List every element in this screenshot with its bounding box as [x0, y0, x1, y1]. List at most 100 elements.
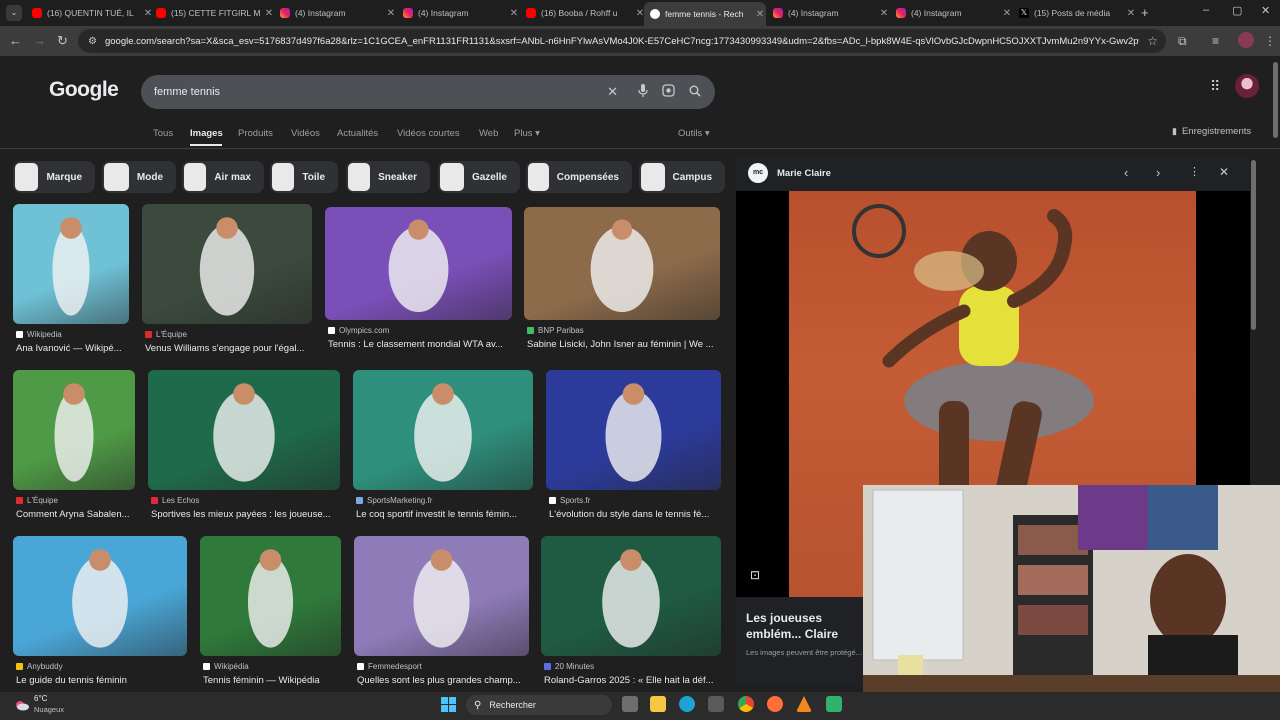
- tab-search-button[interactable]: ⌄: [6, 5, 22, 21]
- apps-grid-icon[interactable]: ⠿: [1210, 78, 1220, 95]
- taskbar-search[interactable]: ⚲ Rechercher: [466, 695, 612, 715]
- result-thumbnail[interactable]: [325, 207, 512, 320]
- reload-icon[interactable]: ↻: [57, 33, 68, 49]
- browser-tab[interactable]: (4) Instagram ✕: [397, 3, 520, 23]
- image-result[interactable]: BNP Paribas Sabine Lisicki, John Isner au…: [524, 207, 724, 350]
- close-tab-icon[interactable]: ✕: [1125, 8, 1137, 19]
- close-tab-icon[interactable]: ✕: [878, 8, 890, 19]
- result-thumbnail[interactable]: [13, 536, 187, 656]
- result-source[interactable]: Les Echos: [151, 496, 199, 505]
- store-icon[interactable]: [708, 696, 724, 712]
- result-thumbnail[interactable]: [142, 204, 312, 324]
- clear-icon[interactable]: ✕: [607, 84, 618, 100]
- result-source[interactable]: Sports.fr: [549, 496, 590, 505]
- search-nav-tab[interactable]: Produits: [238, 128, 273, 139]
- weather-temp[interactable]: 6°C: [34, 694, 47, 703]
- next-arrow-icon[interactable]: ›: [1156, 165, 1160, 180]
- preview-site-name[interactable]: Marie Claire: [777, 168, 831, 179]
- result-thumbnail[interactable]: [546, 370, 721, 490]
- result-source[interactable]: L'Équipe: [145, 330, 187, 339]
- image-result[interactable]: Les Echos Sportives les mieux payées : le…: [148, 370, 348, 520]
- search-nav-tab[interactable]: Web: [479, 128, 498, 139]
- back-button[interactable]: ←: [9, 33, 22, 48]
- browser-tab[interactable]: 𝕏 (15) Posts de média ✕: [1013, 3, 1137, 23]
- result-source[interactable]: Wikipédia: [203, 662, 249, 671]
- result-source[interactable]: BNP Paribas: [527, 326, 584, 335]
- preview-title[interactable]: Les joueuses emblém... Claire: [746, 610, 876, 642]
- task-view-icon[interactable]: [622, 696, 638, 712]
- voice-search-icon[interactable]: [638, 84, 648, 100]
- result-thumbnail[interactable]: [541, 536, 721, 656]
- extensions-icon[interactable]: ⧉: [1178, 34, 1187, 49]
- minimize-button[interactable]: –: [1203, 4, 1209, 16]
- result-source[interactable]: Femmedesport: [357, 662, 422, 671]
- filter-chip[interactable]: Mode: [102, 161, 176, 193]
- result-thumbnail[interactable]: [148, 370, 340, 490]
- browser-tab[interactable]: femme tennis - Rech ✕: [644, 2, 766, 26]
- browser-tab[interactable]: (4) Instagram ✕: [890, 3, 1013, 23]
- close-preview-icon[interactable]: ✕: [1219, 165, 1229, 179]
- windows-start-icon[interactable]: [441, 697, 456, 712]
- close-tab-icon[interactable]: ✕: [754, 9, 766, 20]
- site-info-icon[interactable]: ⚙: [88, 36, 97, 47]
- image-result[interactable]: SportsMarketing.fr Le coq sportif investi…: [353, 370, 553, 520]
- more-options-icon[interactable]: ⋮: [1189, 165, 1200, 178]
- filter-chip[interactable]: Sneaker: [346, 161, 430, 193]
- saved-button[interactable]: ▮ Enregistrements: [1172, 126, 1251, 137]
- filter-chip[interactable]: Marque: [13, 161, 95, 193]
- close-tab-icon[interactable]: ✕: [1001, 8, 1013, 19]
- search-nav-tab[interactable]: Plus ▾: [514, 128, 540, 139]
- firefox-icon[interactable]: [767, 696, 783, 712]
- result-title[interactable]: Sabine Lisicki, John Isner au féminin | …: [527, 339, 733, 350]
- google-logo[interactable]: Google: [49, 78, 119, 102]
- result-title[interactable]: Le guide du tennis féminin: [16, 675, 206, 686]
- result-title[interactable]: L'évolution du style dans le tennis fé..…: [549, 509, 739, 520]
- result-source[interactable]: 20 Minutes: [544, 662, 594, 671]
- result-title[interactable]: Roland-Garros 2025 : « Elle hait la déf.…: [544, 675, 734, 686]
- result-thumbnail[interactable]: [524, 207, 720, 320]
- image-result[interactable]: L'Équipe Venus Williams s'engage pour l'é…: [142, 204, 342, 354]
- menu-icon[interactable]: ⋮: [1264, 34, 1276, 48]
- panel-scrollbar[interactable]: [1251, 160, 1256, 330]
- image-result[interactable]: Sports.fr L'évolution du style dans le te…: [546, 370, 746, 520]
- bookmark-star-icon[interactable]: ☆: [1147, 34, 1158, 48]
- search-nav-tab[interactable]: Vidéos courtes: [397, 128, 460, 139]
- search-input[interactable]: femme tennis: [154, 86, 607, 98]
- result-source[interactable]: Wikipedia: [16, 330, 62, 339]
- chrome-icon[interactable]: [738, 696, 754, 712]
- search-nav-tab[interactable]: Tous: [153, 128, 173, 139]
- close-tab-icon[interactable]: ✕: [508, 8, 520, 19]
- browser-tab[interactable]: (16) QUENTIN TUÉ, IL ✕: [26, 3, 154, 23]
- result-thumbnail[interactable]: [13, 370, 135, 490]
- result-source[interactable]: L'Équipe: [16, 496, 58, 505]
- result-thumbnail[interactable]: [353, 370, 533, 490]
- close-window-button[interactable]: ✕: [1261, 4, 1270, 17]
- filter-chip[interactable]: Campus: [639, 161, 725, 193]
- image-result[interactable]: Anybuddy Le guide du tennis féminin: [13, 536, 213, 686]
- address-bar[interactable]: ⚙ google.com/search?sa=X&sca_esv=5176837…: [78, 29, 1166, 53]
- result-title[interactable]: Quelles sont les plus grandes champ...: [357, 675, 547, 686]
- new-tab-button[interactable]: +: [1141, 5, 1149, 20]
- result-source[interactable]: Anybuddy: [16, 662, 63, 671]
- browser-tab[interactable]: (4) Instagram ✕: [767, 3, 890, 23]
- image-result[interactable]: Femmedesport Quelles sont les plus grande…: [354, 536, 554, 686]
- image-result[interactable]: Olympics.com Tennis : Le classement mondi…: [325, 207, 525, 350]
- browser-tab[interactable]: (4) Instagram ✕: [274, 3, 397, 23]
- tools-button[interactable]: Outils ▾: [678, 128, 710, 139]
- image-result[interactable]: 20 Minutes Roland-Garros 2025 : « Elle ha…: [541, 536, 741, 686]
- media-icon[interactable]: ≡: [1212, 34, 1219, 48]
- result-thumbnail[interactable]: [13, 204, 129, 324]
- result-source[interactable]: SportsMarketing.fr: [356, 496, 432, 505]
- search-nav-tab[interactable]: Vidéos: [291, 128, 320, 139]
- profile-avatar[interactable]: [1238, 32, 1254, 48]
- account-avatar[interactable]: [1235, 74, 1259, 98]
- maximize-button[interactable]: ▢: [1232, 4, 1242, 17]
- browser-tab[interactable]: (16) Booba / Rohff u ✕: [520, 3, 646, 23]
- close-tab-icon[interactable]: ✕: [385, 8, 397, 19]
- forward-button[interactable]: →: [33, 33, 46, 48]
- weather-desc[interactable]: Nuageux: [34, 705, 64, 714]
- app-icon[interactable]: [826, 696, 842, 712]
- browser-tab[interactable]: (15) CETTE FITGIRL M ✕: [150, 3, 275, 23]
- page-scrollbar[interactable]: [1273, 62, 1278, 138]
- result-source[interactable]: Olympics.com: [328, 326, 389, 335]
